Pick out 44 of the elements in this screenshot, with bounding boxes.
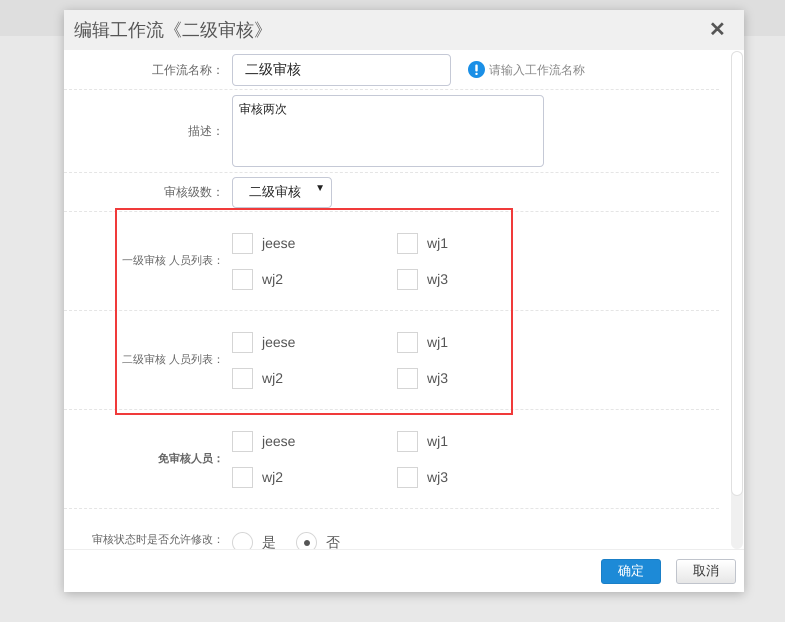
checkbox-label: wj2 [262, 270, 284, 289]
name-input[interactable]: 二级审核 [232, 54, 451, 86]
description-input[interactable]: 审核两次 [232, 95, 544, 167]
checkbox[interactable] [232, 232, 253, 254]
checkbox-label: wj1 [427, 234, 448, 253]
checkbox[interactable] [232, 430, 253, 452]
checkbox[interactable] [232, 268, 253, 290]
info-icon [468, 61, 485, 78]
checkbox[interactable] [232, 332, 253, 352]
checkbox[interactable] [397, 268, 418, 290]
field-label: 审核级数： [164, 184, 224, 201]
radio-button[interactable] [232, 532, 253, 549]
checkbox-label: wj2 [262, 368, 284, 388]
checkbox-label: jeese [262, 432, 296, 451]
checkbox-label: jeese [262, 234, 296, 253]
checkbox-label: wj2 [262, 468, 284, 487]
checkbox[interactable] [397, 466, 418, 488]
field-label: 免审核人员： [158, 452, 224, 467]
checkbox[interactable] [397, 430, 418, 452]
radio-label: 是 [262, 533, 276, 549]
checkbox[interactable] [397, 368, 418, 388]
checkbox-label: wj1 [427, 432, 448, 451]
checkbox[interactable] [232, 368, 253, 388]
field-label: 二级审核 人员列表： [122, 352, 224, 368]
field-label: 一级审核 人员列表： [122, 254, 224, 269]
checkbox-label: wj3 [427, 468, 448, 487]
checkbox-label: wj3 [427, 368, 448, 388]
confirm-button[interactable]: 确定 [601, 558, 661, 584]
level-select[interactable]: 二级审核 ▼ [232, 176, 332, 208]
checkbox[interactable] [232, 466, 253, 488]
close-button[interactable]: ✕ [709, 15, 734, 45]
checkbox-label: wj1 [427, 332, 448, 352]
checkbox[interactable] [397, 332, 418, 352]
field-label: 工作流名称： [152, 62, 224, 78]
radio-label: 否 [326, 533, 340, 549]
radio-button[interactable] [296, 532, 317, 549]
field-label: 描述： [188, 123, 224, 140]
checkbox-label: wj3 [427, 270, 448, 289]
checkbox-label: jeese [262, 332, 296, 352]
hint-text: 请输入工作流名称 [489, 62, 585, 78]
dialog-title: 编辑工作流《二级审核》 [74, 18, 272, 42]
field-label: 审核状态时是否允许修改： [92, 532, 224, 548]
checkbox[interactable] [397, 232, 418, 254]
cancel-button[interactable]: 取消 [676, 558, 736, 584]
